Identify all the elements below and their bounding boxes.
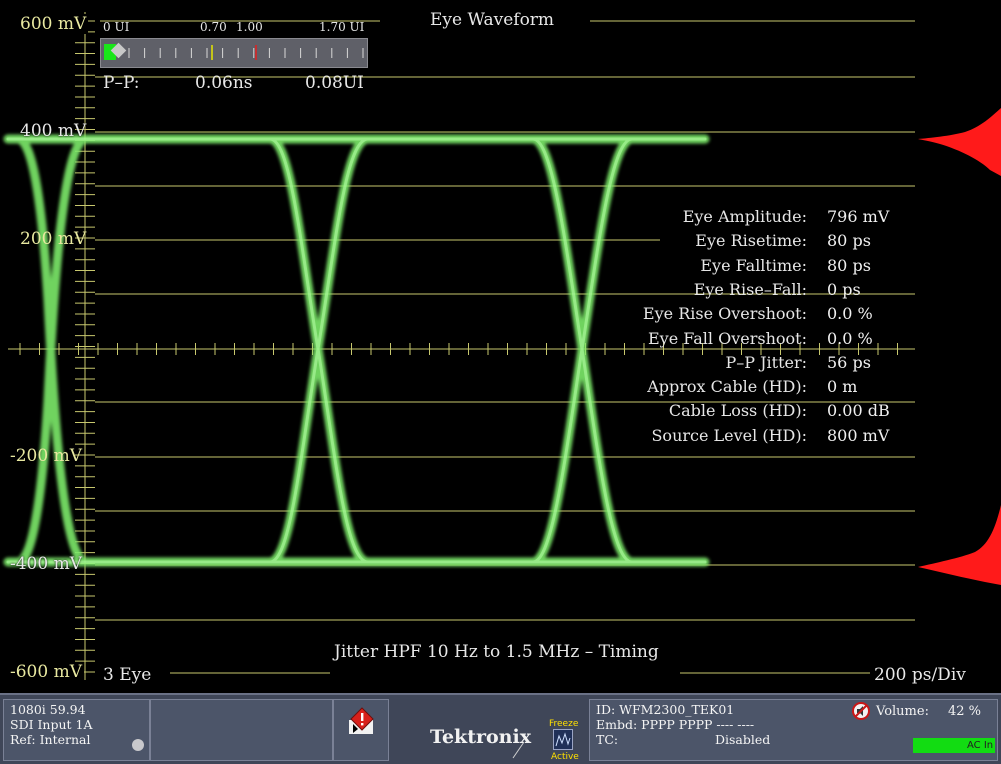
measurement-label: Eye Rise–Fall:	[693, 279, 807, 299]
freeze-status: Active	[551, 752, 579, 762]
measurement-value: 0 m	[827, 377, 858, 397]
eye-waveform-display: Eye Waveform 600 mV 400 mV 200 mV -200 m…	[0, 0, 1001, 693]
volume-label: Volume:	[876, 704, 929, 719]
measurement-row: Eye Fall Overshoot: 0.0 %	[560, 327, 900, 351]
freeze-waveform-icon[interactable]	[553, 729, 573, 750]
display-title: Eye Waveform	[430, 10, 555, 30]
pp-tick-170ui: 1.70 UI	[319, 20, 365, 34]
measurement-value: 0.00 dB	[827, 401, 890, 421]
measurement-value: 800 mV	[827, 425, 890, 445]
y-label-600: 600 mV	[18, 14, 89, 34]
volume-value: 42 %	[948, 704, 982, 719]
volume-mute-icon[interactable]	[852, 702, 870, 720]
jitter-filter-caption: Jitter HPF 10 Hz to 1.5 MHz – Timing	[334, 642, 659, 662]
time-scale-label: 200 ps/Div	[872, 665, 968, 685]
measurement-row: Cable Loss (HD): 0.00 dB	[560, 399, 900, 423]
instrument-id: ID: WFM2300_TEK01	[596, 702, 735, 717]
input-source: SDI Input 1A	[10, 717, 93, 732]
y-label-minus-600: -600 mV	[8, 662, 84, 682]
ac-power-battery-icon	[913, 738, 965, 753]
eye-mode-label: 3 Eye	[101, 665, 154, 685]
pp-jitter-meter	[100, 38, 368, 68]
measurement-label: Eye Amplitude:	[682, 207, 807, 226]
measurement-value: 80 ps	[827, 255, 871, 275]
freeze-label: Freeze	[549, 719, 579, 729]
measurement-label: Cable Loss (HD):	[668, 401, 807, 421]
measurement-label: Eye Risetime:	[695, 231, 807, 251]
reference-source: Ref: Internal	[10, 732, 91, 747]
measurement-row: Approx Cable (HD): 0 m	[560, 375, 900, 399]
measurement-row: Eye Rise Overshoot: 0.0 %	[560, 302, 900, 326]
upper-level-histogram	[918, 108, 1001, 176]
pp-tick-070: 0.70	[200, 20, 227, 34]
measurement-label: Eye Rise Overshoot:	[642, 304, 807, 324]
measurement-row: P–P Jitter: 56 ps	[560, 351, 900, 375]
measurement-value: 0.0 %	[827, 328, 873, 348]
lower-level-histogram	[918, 505, 1001, 585]
measurement-value: 80 ps	[827, 231, 871, 251]
measurement-value: 796 mV	[827, 207, 890, 226]
timecode-status: Disabled	[715, 732, 771, 747]
measurement-value: 0.0 %	[827, 304, 873, 324]
embedded-audio-status: Embd: PPPP PPPP ---- ----	[596, 717, 755, 732]
pp-ns-value: 0.06ns	[195, 73, 253, 93]
measurement-row: Eye Amplitude: 796 mV	[560, 205, 900, 229]
pp-tick-100: 1.00	[236, 20, 263, 34]
measurement-label: Source Level (HD):	[651, 425, 807, 445]
pp-tick-0ui: 0 UI	[103, 20, 130, 34]
measurement-value: 56 ps	[827, 352, 871, 372]
ref-indicator-icon	[132, 739, 144, 751]
measurement-label: Approx Cable (HD):	[647, 377, 807, 397]
y-label-200: 200 mV	[20, 229, 87, 249]
measurement-label: Eye Falltime:	[700, 255, 807, 275]
y-label-minus-400: -400 mV	[10, 554, 82, 574]
alert-diamond-icon[interactable]	[347, 706, 377, 736]
measurement-row: Eye Falltime: 80 ps	[560, 254, 900, 278]
empty-status-panel	[150, 699, 333, 761]
pp-ui-value: 0.08UI	[305, 73, 364, 93]
measurement-value: 0 ps	[827, 279, 861, 299]
measurement-row: Eye Rise–Fall: 0 ps	[560, 278, 900, 302]
y-label-minus-200: -200 mV	[10, 446, 82, 466]
measurement-row: Source Level (HD): 800 mV	[560, 424, 900, 448]
logo-swoosh-icon	[512, 741, 525, 759]
pp-label: P–P:	[103, 73, 140, 93]
measurement-row: Eye Risetime: 80 ps	[560, 229, 900, 253]
measurement-label: P–P Jitter:	[725, 352, 807, 372]
measurement-label: Eye Fall Overshoot:	[647, 328, 807, 348]
timecode-label: TC:	[596, 732, 619, 747]
video-format: 1080i 59.94	[10, 702, 86, 717]
ac-in-label: AC In	[965, 738, 996, 753]
y-label-400: 400 mV	[20, 121, 87, 141]
